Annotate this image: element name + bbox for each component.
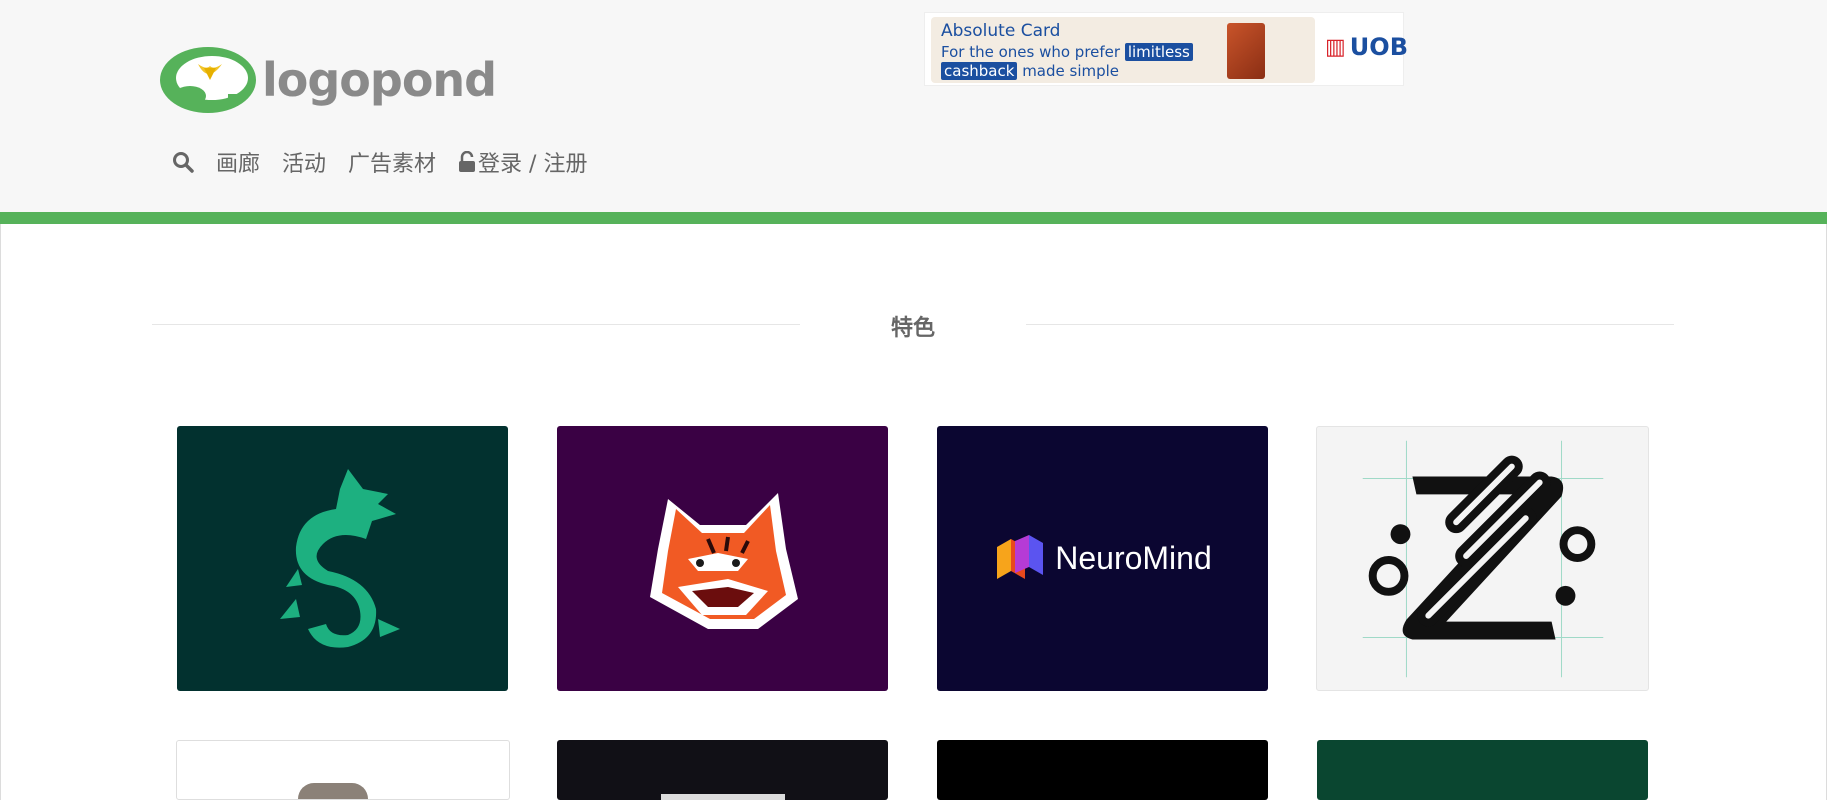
featured-section-header: 特色 bbox=[0, 310, 1827, 350]
section-rule-right bbox=[1026, 324, 1674, 325]
featured-card-neuromind[interactable]: NeuroMind bbox=[937, 426, 1268, 691]
ad-line2-text: made simple bbox=[1017, 62, 1120, 80]
thumbnail-shape bbox=[661, 794, 785, 800]
ad-line1: For the ones who prefer limitless bbox=[941, 43, 1193, 61]
credit-card-image bbox=[1227, 23, 1265, 79]
section-rule-left bbox=[152, 324, 800, 325]
ad-highlight-cashback: cashback bbox=[941, 62, 1018, 80]
ad-line1-text: For the ones who prefer bbox=[941, 43, 1125, 61]
ad-line2: cashback made simple bbox=[941, 62, 1119, 80]
uob-mark-icon: ▥ bbox=[1325, 34, 1346, 60]
lynx-mascot-logo-icon bbox=[649, 492, 798, 629]
ad-highlight-limitless: limitless bbox=[1124, 43, 1193, 61]
site-logo[interactable]: logopond bbox=[160, 44, 497, 116]
login-register-label: 登录 / 注册 bbox=[478, 152, 588, 177]
unlock-icon bbox=[458, 150, 476, 173]
ad-creative: Absolute Card For the ones who prefer li… bbox=[931, 17, 1315, 83]
neuromind-logo-icon bbox=[997, 534, 1044, 579]
main-nav: 画廊 活动 广告素材 登录 / 注册 bbox=[172, 146, 587, 178]
neuromind-lockup: NeuroMind bbox=[993, 533, 1212, 585]
ad-title: Absolute Card bbox=[941, 21, 1061, 41]
login-register-link[interactable]: 登录 / 注册 bbox=[458, 146, 587, 178]
site-header: logopond 画廊 活动 广告素材 登录 / 注册 Absolute Car… bbox=[0, 0, 1827, 212]
search-icon[interactable] bbox=[172, 151, 194, 173]
ad-brand-text: UOB bbox=[1349, 33, 1408, 61]
ad-banner[interactable]: Absolute Card For the ones who prefer li… bbox=[924, 12, 1408, 86]
featured-card-lynx[interactable] bbox=[557, 426, 888, 691]
nav-gallery[interactable]: 画廊 bbox=[216, 146, 260, 178]
featured-card-dragon[interactable] bbox=[177, 426, 508, 691]
section-title: 特色 bbox=[890, 316, 935, 341]
dragon-s-logo-icon bbox=[279, 468, 400, 648]
featured-card-row2-2[interactable] bbox=[557, 740, 888, 800]
lotus-logo-icon bbox=[160, 47, 256, 113]
ornamental-z-logo-icon bbox=[1362, 440, 1604, 678]
nav-ad-assets[interactable]: 广告素材 bbox=[348, 146, 436, 178]
thumbnail-shape bbox=[298, 783, 368, 799]
featured-card-row2-3[interactable] bbox=[937, 740, 1268, 800]
featured-card-ornamental-z[interactable] bbox=[1316, 426, 1649, 691]
logo-wordmark: logopond bbox=[262, 53, 497, 107]
nav-events[interactable]: 活动 bbox=[282, 146, 326, 178]
header-divider bbox=[0, 212, 1827, 224]
featured-card-row2-1[interactable] bbox=[176, 740, 510, 800]
neuromind-wordmark: NeuroMind bbox=[1055, 540, 1212, 576]
featured-card-row2-4[interactable] bbox=[1317, 740, 1648, 800]
ad-brand: ▥ UOB bbox=[1325, 33, 1408, 61]
